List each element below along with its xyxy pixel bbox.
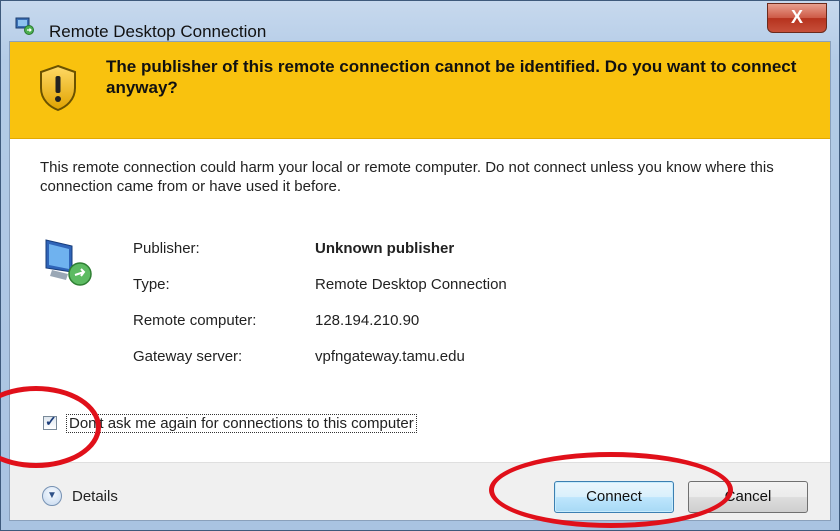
remote-computer-label: Remote computer:: [133, 312, 257, 329]
warning-banner: The publisher of this remote connection …: [10, 42, 830, 139]
gateway-server-value: vpfngateway.tamu.edu: [315, 348, 465, 365]
type-value: Remote Desktop Connection: [315, 276, 507, 293]
chevron-down-icon: ▼: [47, 490, 57, 501]
remote-monitor-icon: [45, 239, 92, 286]
annotation-circle-connect: [489, 452, 733, 528]
remote-desktop-dialog: Remote Desktop Connection X The publishe…: [0, 0, 840, 531]
dialog-body: The publisher of this remote connection …: [9, 41, 831, 521]
warning-description: This remote connection could harm your l…: [40, 159, 774, 195]
type-label: Type:: [133, 276, 170, 293]
close-button[interactable]: X: [767, 3, 827, 33]
window-title: Remote Desktop Connection: [49, 22, 267, 41]
details-expand-button[interactable]: ▼: [42, 486, 62, 506]
remote-desktop-app-icon: [15, 17, 34, 35]
details-link[interactable]: Details: [72, 488, 118, 505]
dont-ask-again-label[interactable]: Don't ask me again for connections to th…: [66, 414, 417, 433]
remote-computer-value: 128.194.210.90: [315, 312, 420, 329]
title-bar[interactable]: Remote Desktop Connection X: [1, 1, 839, 41]
warning-message: The publisher of this remote connection …: [106, 57, 797, 97]
publisher-label: Publisher:: [133, 240, 200, 257]
gateway-server-label: Gateway server:: [133, 348, 243, 365]
warning-shield-icon: [40, 64, 76, 112]
publisher-value: Unknown publisher: [315, 240, 455, 257]
